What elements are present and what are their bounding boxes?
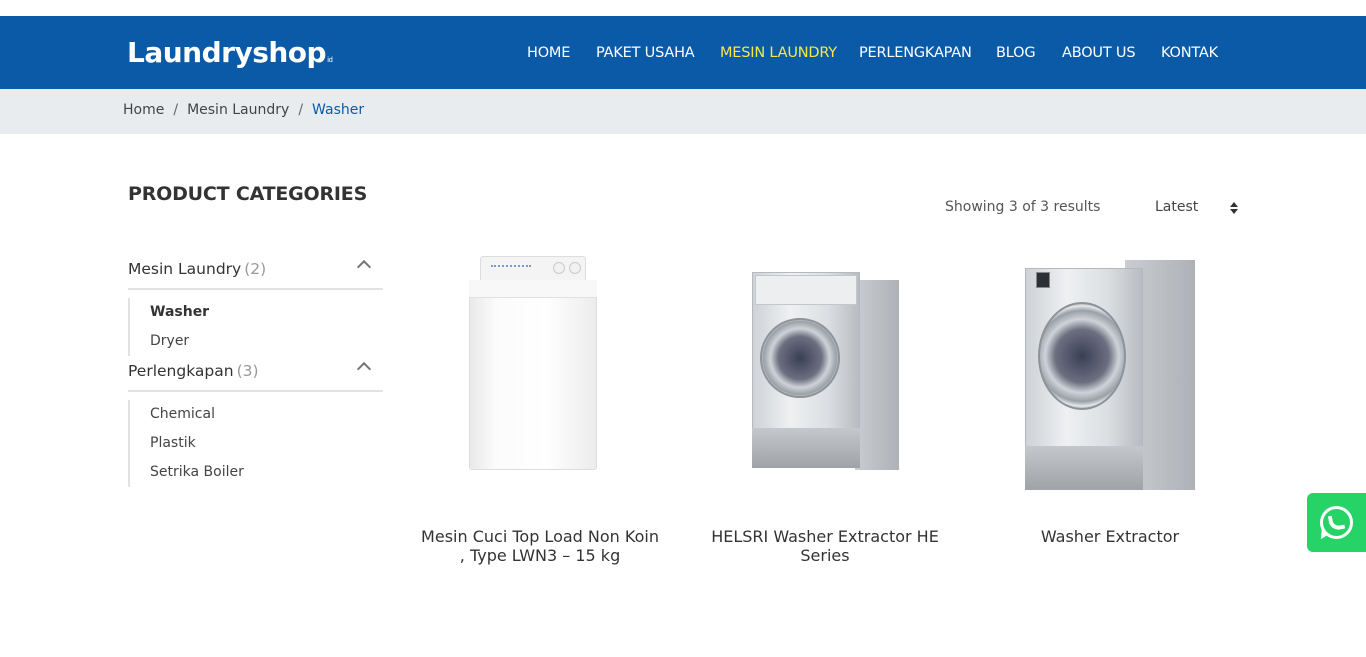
nav-blog[interactable]: BLOG	[996, 45, 1036, 61]
category-header[interactable]: Mesin Laundry (2)	[128, 252, 383, 290]
panel-indicator	[491, 265, 531, 273]
product-card[interactable]: Washer Extractor	[990, 250, 1230, 546]
washer-control-panel	[480, 256, 586, 282]
product-image-top-load-washer[interactable]	[420, 250, 660, 495]
breadcrumb: Home / Mesin Laundry / Washer	[123, 102, 364, 118]
category-header[interactable]: Perlengkapan (3)	[128, 354, 383, 392]
product-image-industrial-washer[interactable]	[990, 250, 1230, 495]
logo-suffix: id	[327, 56, 333, 64]
knob-icon	[553, 262, 565, 274]
subcategory-chemical[interactable]: Chemical	[150, 400, 383, 429]
category-label[interactable]: Mesin Laundry	[128, 260, 241, 278]
category-count: (2)	[244, 260, 267, 278]
chevron-up-icon[interactable]	[356, 361, 372, 377]
subcategory-plastik[interactable]: Plastik	[150, 429, 383, 458]
category-label[interactable]: Perlengkapan	[128, 362, 234, 380]
subcategory-dryer[interactable]: Dryer	[150, 327, 383, 356]
sort-select[interactable]: Latest	[1155, 199, 1245, 215]
category-group-mesin-laundry: Mesin Laundry (2) Washer Dryer	[128, 252, 383, 356]
breadcrumb-separator: /	[173, 102, 179, 118]
category-group-perlengkapan: Perlengkapan (3) Chemical Plastik Setrika…	[128, 354, 383, 487]
subcategory-list: Washer Dryer	[128, 298, 383, 356]
knob-icon	[569, 262, 581, 274]
breadcrumb-mesin-laundry[interactable]: Mesin Laundry	[187, 102, 289, 118]
subcategory-washer[interactable]: Washer	[150, 298, 383, 327]
breadcrumb-home[interactable]: Home	[123, 102, 164, 118]
nav-perlengkapan[interactable]: PERLENGKAPAN	[859, 45, 972, 61]
nav-home[interactable]: HOME	[527, 45, 570, 61]
sidebar-title: PRODUCT CATEGORIES	[128, 183, 368, 205]
washer-lid	[469, 280, 597, 298]
product-card[interactable]: HELSRI Washer Extractor HE Series	[705, 250, 945, 565]
category-count: (3)	[236, 362, 259, 380]
logo-text: Laundryshop	[127, 36, 327, 69]
sort-arrows-icon	[1230, 202, 1238, 214]
machine-base	[752, 428, 860, 468]
nav-paket-usaha[interactable]: PAKET USAHA	[596, 45, 695, 61]
product-card[interactable]: Mesin Cuci Top Load Non Koin , Type LWN3…	[420, 250, 660, 565]
nav-kontak[interactable]: KONTAK	[1161, 45, 1218, 61]
product-name[interactable]: Washer Extractor	[990, 527, 1230, 546]
sort-selected-value: Latest	[1155, 199, 1199, 215]
machine-side	[855, 280, 899, 470]
washer-cabinet	[469, 282, 597, 470]
control-screen	[1036, 272, 1050, 288]
nav-about-us[interactable]: ABOUT US	[1062, 45, 1136, 61]
breadcrumb-current: Washer	[312, 102, 365, 118]
nav-mesin-laundry[interactable]: MESIN LAUNDRY	[720, 45, 837, 61]
results-count: Showing 3 of 3 results	[945, 199, 1101, 215]
machine-top-panel	[755, 275, 857, 305]
site-header: Laundryshopid HOME PAKET USAHA MESIN LAU…	[0, 16, 1366, 89]
site-logo[interactable]: Laundryshopid	[127, 36, 333, 69]
subcategory-setrika-boiler[interactable]: Setrika Boiler	[150, 458, 383, 487]
breadcrumb-bar: Home / Mesin Laundry / Washer	[0, 89, 1366, 134]
top-strip	[0, 0, 1366, 16]
product-image-washer-extractor[interactable]	[705, 250, 945, 495]
product-name[interactable]: HELSRI Washer Extractor HE Series	[705, 527, 945, 565]
door-porthole	[1038, 302, 1126, 410]
subcategory-list: Chemical Plastik Setrika Boiler	[128, 400, 383, 487]
whatsapp-button[interactable]	[1307, 493, 1366, 552]
product-name[interactable]: Mesin Cuci Top Load Non Koin , Type LWN3…	[420, 527, 660, 565]
breadcrumb-separator: /	[298, 102, 304, 118]
chevron-up-icon[interactable]	[356, 259, 372, 275]
door-porthole	[760, 318, 840, 398]
machine-base	[1025, 446, 1143, 490]
